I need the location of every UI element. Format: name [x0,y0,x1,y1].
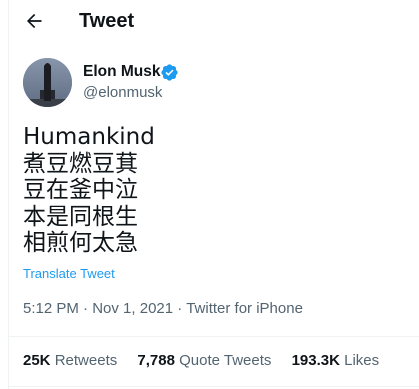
translate-tweet-link[interactable]: Translate Tweet [23,266,115,282]
separator-dot: · [177,300,187,317]
author-handle[interactable]: @elonmusk [83,83,162,103]
likes-count: 193.3K [291,352,340,369]
divider [8,386,419,387]
avatar-image [23,58,72,107]
retweets-stat[interactable]: 25K Retweets [23,352,117,369]
page-title: Tweet [79,10,135,32]
tweet-header: Tweet [0,0,419,42]
back-button[interactable] [22,9,46,33]
tweet-line: 相煎何太急 [23,230,138,256]
tweet-line: 煮豆燃豆萁 [23,150,138,177]
tweet-time[interactable]: 5:12 PM [23,300,79,317]
retweets-label: Retweets [54,352,118,369]
quote-tweets-stat[interactable]: 7,788 Quote Tweets [137,352,271,369]
author-name[interactable]: Elon Musk [83,62,161,82]
tweet-stats: 25K Retweets 7,788 Quote Tweets 193.3K L… [23,351,395,371]
separator-dot: · [83,300,93,317]
quote-tweets-label: Quote Tweets [179,352,272,369]
divider [8,336,419,337]
tweet-metadata: 5:12 PM · Nov 1, 2021 · Twitter for iPho… [23,299,303,319]
likes-stat[interactable]: 193.3K Likes [292,352,380,369]
tweet-line: 豆在釜中泣 [23,177,138,203]
tweet-line: 本是同根生 [23,203,138,230]
verified-badge-icon [161,64,178,81]
retweets-count: 25K [23,352,51,369]
avatar[interactable] [23,58,72,107]
likes-label: Likes [344,352,380,369]
tweet-text: Humankind 煮豆燃豆萁 豆在釜中泣 本是同根生 相煎何太急 [23,124,403,257]
tweet-line: Humankind [23,124,155,150]
arrow-left-icon [27,13,42,29]
quote-tweets-count: 7,788 [137,352,175,369]
column-border [8,0,9,389]
tweet-source[interactable]: Twitter for iPhone [186,300,303,317]
tweet-date[interactable]: Nov 1, 2021 [92,300,173,317]
